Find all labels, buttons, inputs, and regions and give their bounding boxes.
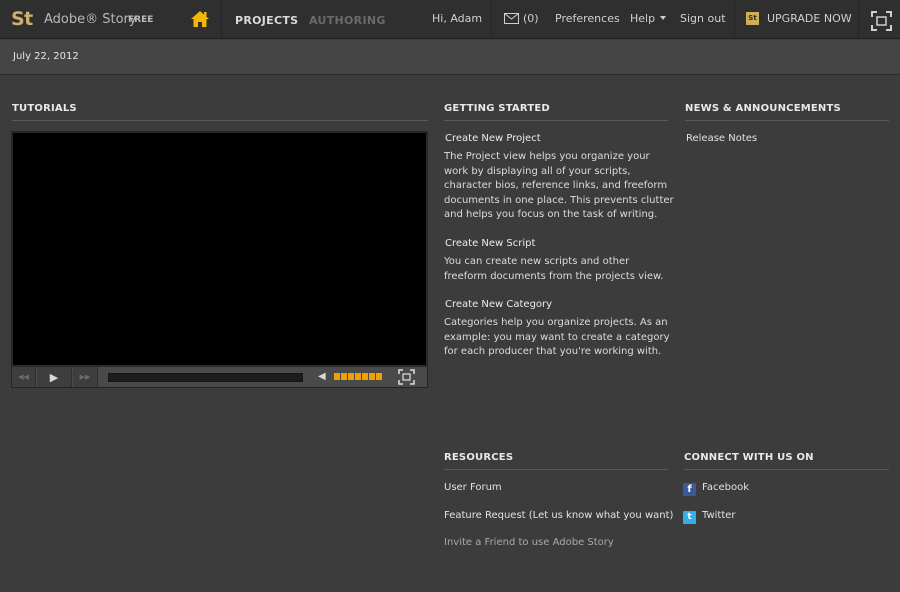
description-line: freeform documents from the projects vie… <box>444 270 664 282</box>
divider <box>444 469 668 470</box>
create-category-description: Categories help you organize projects. A… <box>444 316 670 360</box>
news-heading: NEWS & ANNOUNCEMENTS <box>685 103 841 114</box>
volume-segment <box>334 373 340 380</box>
current-date: July 22, 2012 <box>13 51 79 62</box>
create-new-project-link[interactable]: Create New Project <box>445 133 541 144</box>
description-line: documents in one place. This prevents cl… <box>444 194 674 206</box>
create-script-description: You can create new scripts and other fre… <box>444 255 663 284</box>
video-controls: ◀◀ ▶ ▶▶ ◀ <box>12 367 427 387</box>
divider <box>221 0 222 39</box>
fullscreen-icon[interactable] <box>871 11 892 31</box>
divider <box>444 120 668 121</box>
preferences-link[interactable]: Preferences <box>555 12 620 25</box>
volume-segment <box>376 373 382 380</box>
divider <box>858 0 859 39</box>
twitter-link[interactable]: Twitter <box>702 510 736 521</box>
volume-segment <box>355 373 361 380</box>
chevron-down-icon <box>660 16 667 20</box>
mail-icon[interactable] <box>504 13 519 24</box>
volume-segment <box>369 373 375 380</box>
description-line: work by displaying all of your scripts, <box>444 165 631 177</box>
help-label: Help <box>630 12 656 25</box>
create-new-script-link[interactable]: Create New Script <box>445 238 535 249</box>
top-bar: St Adobe® Story FREE PROJECTS AUTHORING … <box>0 0 900 39</box>
description-line: character bios, reference links, and fre… <box>444 180 668 192</box>
create-new-category-link[interactable]: Create New Category <box>445 299 552 310</box>
seek-bar[interactable] <box>108 373 303 382</box>
invite-friend-link[interactable]: Invite a Friend to use Adobe Story <box>444 537 614 548</box>
volume-segment <box>362 373 368 380</box>
user-greeting: Hi, Adam <box>432 12 483 25</box>
video-player: ◀◀ ▶ ▶▶ ◀ <box>11 131 428 388</box>
divider <box>734 0 735 39</box>
nav-projects[interactable]: PROJECTS <box>235 14 298 27</box>
divider <box>12 120 428 121</box>
create-project-description: The Project view helps you organize your… <box>444 150 674 223</box>
play-icon[interactable]: ▶ <box>37 367 72 387</box>
description-line: Categories help you organize projects. A… <box>444 317 668 328</box>
upgrade-button[interactable]: UPGRADE NOW <box>767 12 852 25</box>
volume-segment <box>341 373 347 380</box>
feature-request-link[interactable]: Feature Request (Let us know what you wa… <box>444 510 673 521</box>
volume-icon[interactable]: ◀ <box>318 371 326 382</box>
tutorials-heading: TUTORIALS <box>12 103 77 114</box>
description-line: The Project view helps you organize your <box>444 151 650 162</box>
fast-forward-icon[interactable]: ▶▶ <box>73 367 98 387</box>
date-bar: July 22, 2012 <box>0 40 900 75</box>
getting-started-heading: GETTING STARTED <box>444 103 550 114</box>
description-line: example: you may want to create a catego… <box>444 331 670 343</box>
video-fullscreen-icon[interactable] <box>398 369 415 385</box>
app-name: Adobe® Story <box>44 12 137 27</box>
release-notes-link[interactable]: Release Notes <box>686 133 757 144</box>
app-logo: St <box>11 8 33 30</box>
description-line: and helps you focus on the task of writi… <box>444 209 658 221</box>
divider <box>685 120 889 121</box>
twitter-icon[interactable]: t <box>683 511 696 524</box>
description-line: You can create new scripts and other <box>444 256 630 267</box>
volume-segment <box>348 373 354 380</box>
help-menu[interactable]: Help <box>630 12 667 25</box>
sign-out-link[interactable]: Sign out <box>680 12 726 25</box>
home-icon[interactable] <box>190 9 210 29</box>
facebook-icon[interactable]: f <box>683 483 696 496</box>
mail-count[interactable]: (0) <box>523 12 539 25</box>
description-line: for each producer that you're working wi… <box>444 346 662 358</box>
volume-slider[interactable] <box>334 373 382 380</box>
facebook-link[interactable]: Facebook <box>702 482 749 493</box>
divider <box>491 0 492 39</box>
resources-heading: RESOURCES <box>444 452 514 463</box>
upgrade-badge-icon: St <box>746 12 759 25</box>
nav-authoring: AUTHORING <box>309 14 386 27</box>
user-forum-link[interactable]: User Forum <box>444 482 502 493</box>
divider <box>684 469 889 470</box>
rewind-icon[interactable]: ◀◀ <box>12 367 36 387</box>
video-screen[interactable] <box>13 133 426 365</box>
connect-heading: CONNECT WITH US ON <box>684 452 814 463</box>
edition-badge: FREE <box>128 15 154 25</box>
